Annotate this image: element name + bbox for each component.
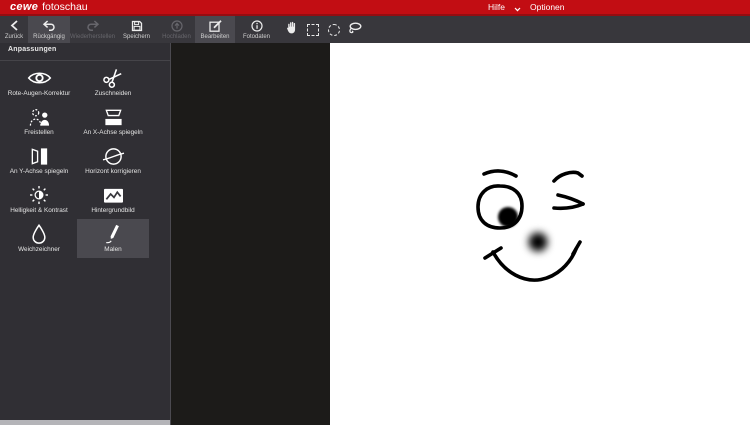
tile-zuschneiden[interactable]: Zuschneiden [77,63,149,102]
wink-lower-stroke [552,202,585,211]
tile-label: Hintergrundbild [91,207,135,215]
redo-button[interactable]: Wiederherstellen [70,16,115,43]
redo-button-label: Wiederherstellen [69,33,116,40]
save-button[interactable]: Speichern [115,16,158,43]
upload-circle-icon [170,19,183,32]
main-toolbar: Zurück Rückgängig Wiederherstellen Speic… [0,16,750,44]
water-drop-icon [29,223,49,245]
horizon-icon [102,145,125,167]
brightness-sun-icon [28,184,50,206]
panel-title: Anpassungen [0,43,170,61]
tile-label: An X-Achse spiegeln [83,129,143,137]
sidebar-horizontal-scrollbar[interactable] [0,420,170,425]
paint-pen-icon [103,223,123,245]
upload-button-label: Hochladen [162,33,191,40]
tile-weichzeichner[interactable]: Weichzeichner [3,219,75,258]
left-eye-pupil [498,207,518,227]
left-eyebrow [482,169,518,178]
tile-an-x-achse-spiegeln[interactable]: An X-Achse spiegeln [77,102,149,141]
chevron-down-icon[interactable] [514,4,521,14]
edit-button-label: Bearbeiten [200,33,230,40]
logo-fotoschau: fotoschau [42,1,88,13]
title-bar: cewe fotoschau Hilfe Optionen [0,0,750,16]
scissors-icon [102,67,124,89]
right-eyebrow [552,170,584,183]
tile-malen[interactable]: Malen [77,219,149,258]
rectangle-select-button[interactable] [302,16,323,43]
title-menu: Hilfe Optionen [488,0,565,14]
wink-upper-stroke [556,193,585,206]
flip-x-axis-icon [102,106,125,128]
lasso-icon [348,21,362,39]
photo-canvas[interactable] [330,43,750,425]
eye-icon [27,67,52,89]
undo-button-label: Rückgängig [33,33,65,40]
photodata-button[interactable]: Fotodaten [235,16,278,43]
tile-horizont-korrigieren[interactable]: Horizont korrigieren [77,141,149,180]
tile-label: Helligkeit & Kontrast [10,207,68,215]
canvas-letterbox-area[interactable] [170,43,330,425]
winking-smiley-drawing [476,169,585,282]
tile-label: Horizont korrigieren [85,168,141,176]
back-button[interactable]: Zurück [0,16,28,43]
tile-freistellen[interactable]: Freistellen [3,102,75,141]
app-logo: cewe fotoschau [10,1,88,13]
ellipse-select-button[interactable] [323,16,344,43]
tile-label: Malen [104,246,122,254]
tile-helligkeit-kontrast[interactable]: Helligkeit & Kontrast [3,180,75,219]
dashed-rectangle-icon [306,23,319,36]
lasso-select-button[interactable] [344,16,365,43]
blurred-nose [528,232,548,252]
info-circle-icon [250,19,263,32]
logo-cewe: cewe [10,1,39,13]
edit-square-icon [208,19,222,32]
adjustments-panel: Anpassungen Rote-Augen-Korrektur Zuschne… [0,43,170,420]
tile-label: Freistellen [24,129,54,137]
menu-help[interactable]: Hilfe [488,2,505,12]
background-image-icon [102,184,125,206]
smile-left-tick [483,246,503,260]
tile-hintergrundbild[interactable]: Hintergrundbild [77,180,149,219]
tile-rote-augen-korrektur[interactable]: Rote-Augen-Korrektur [3,63,75,102]
dashed-circle-icon [327,23,340,36]
tile-label: Zuschneiden [94,90,132,98]
tool-grid: Rote-Augen-Korrektur Zuschneiden Freiste… [3,63,170,258]
tile-an-y-achse-spiegeln[interactable]: An Y-Achse spiegeln [3,141,75,180]
upload-button[interactable]: Hochladen [158,16,195,43]
tile-label: Rote-Augen-Korrektur [7,90,71,98]
undo-arrow-icon [42,20,56,32]
chevron-left-icon [10,20,19,32]
person-cutout-icon [28,106,51,128]
photodata-button-label: Fotodaten [242,33,271,40]
tile-label: An Y-Achse spiegeln [9,168,69,176]
edit-button[interactable]: Bearbeiten [195,16,235,43]
hand-tool-button[interactable] [281,16,302,43]
redo-arrow-icon [86,20,100,32]
smile-mouth [491,247,578,282]
floppy-disk-icon [131,20,143,32]
undo-button[interactable]: Rückgängig [28,16,70,43]
tile-label: Weichzeichner [18,246,60,254]
back-button-label: Zurück [4,33,24,40]
hand-icon [286,21,297,39]
save-button-label: Speichern [122,33,151,40]
menu-options[interactable]: Optionen [530,2,565,12]
flip-y-axis-icon [29,145,50,167]
